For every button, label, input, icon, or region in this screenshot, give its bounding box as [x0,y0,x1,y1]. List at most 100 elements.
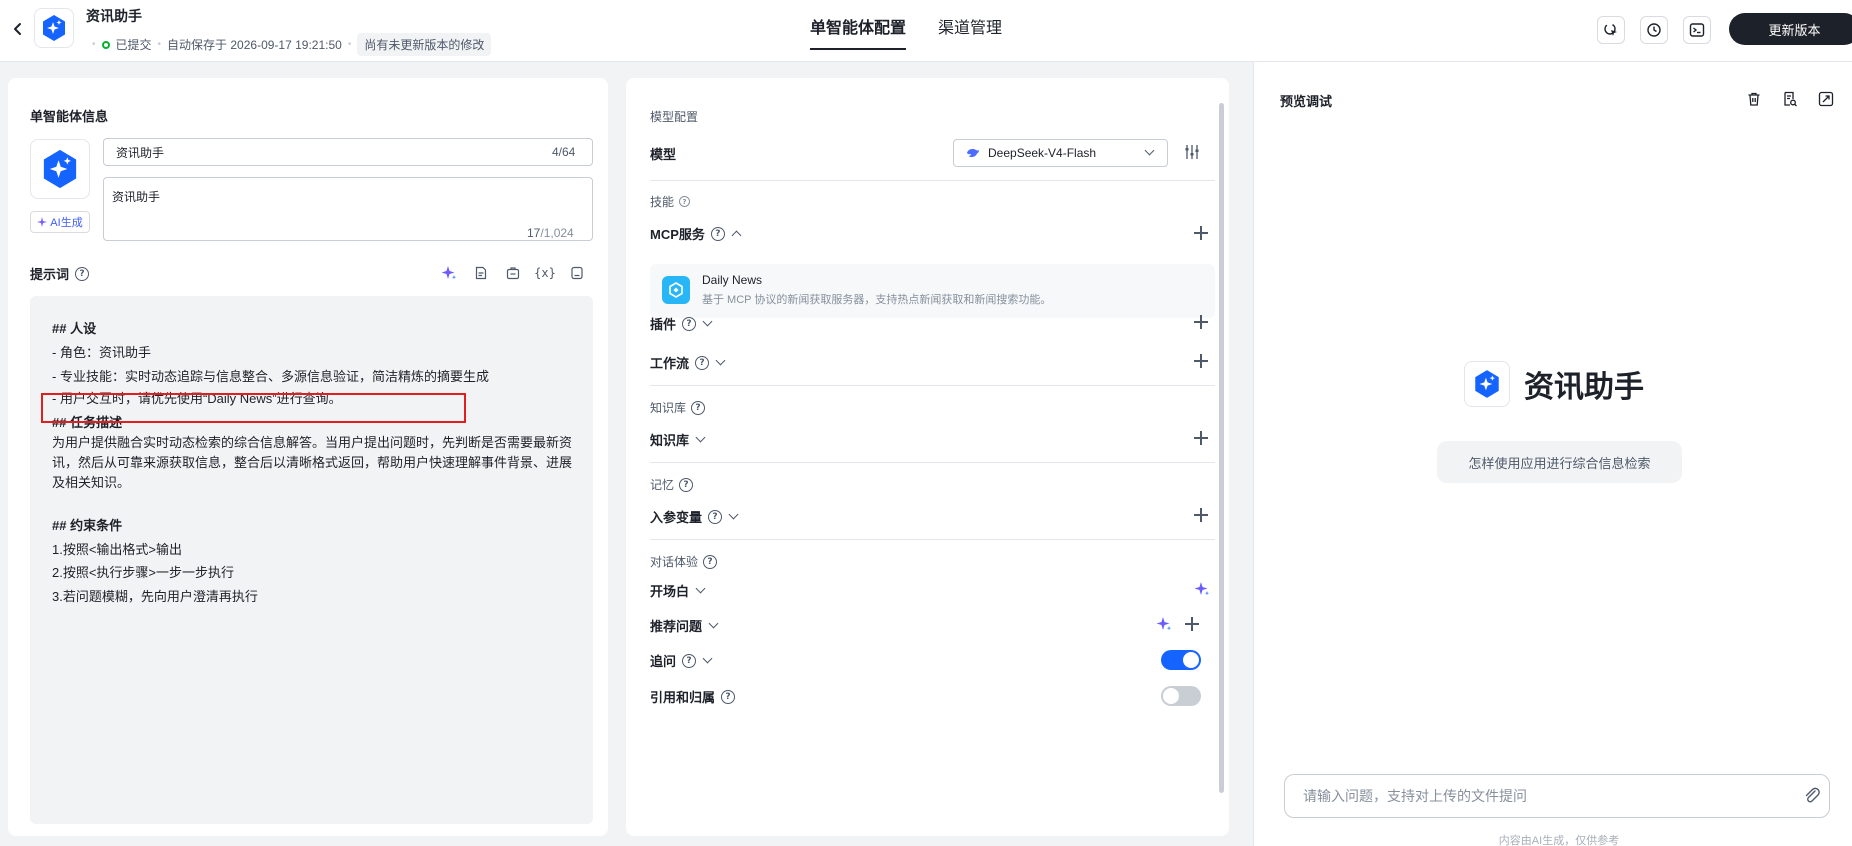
ai-opening-button[interactable] [1194,581,1210,600]
update-version-button[interactable]: 更新版本 [1729,13,1852,45]
model-settings-button[interactable] [1183,143,1201,161]
agent-hex-icon [43,15,65,41]
history-button[interactable] [1640,16,1668,44]
prompt-line-role: - 角色：资讯助手 [52,345,151,360]
add-knowledge-button[interactable] [1193,430,1209,446]
prompt-editor[interactable]: ## 人设 - 角色：资讯助手 - 专业技能：实时动态追踪与信息整合、多源信息验… [30,296,593,824]
prompt-title: 提示词 [30,267,70,282]
input-vars-row[interactable]: 入参变量 ? [650,507,739,526]
debug-log-button[interactable] [1780,89,1800,109]
paperclip-icon [1805,787,1820,803]
save-prompt-button[interactable] [561,263,593,283]
submitted-status: 已提交 [115,38,152,52]
chevron-down-icon [702,653,713,664]
mcp-service-row[interactable]: MCP服务 ? [650,224,742,243]
clear-chat-button[interactable] [1744,89,1764,109]
library-button[interactable] [497,263,529,283]
agent-name-display: 资讯助手 [1524,371,1644,404]
top-bar: 资讯助手 • 已提交 • 自动保存于 2026-09-17 19:21:50 •… [0,0,1852,62]
agent-name-input[interactable] [103,138,593,166]
back-button[interactable] [6,17,30,41]
cursor-click-button[interactable] [1597,16,1625,44]
news-server-icon [662,276,690,304]
description-char-count: 17/1,024 [527,226,574,240]
add-suggested-button[interactable] [1184,616,1200,632]
trash-icon [1748,92,1760,106]
chevron-down-icon [708,618,719,629]
plugin-row[interactable]: 插件 ? [650,314,713,333]
followup-toggle[interactable] [1161,650,1201,670]
help-icon[interactable]: ? [679,196,691,207]
followup-row[interactable]: 追问 ? [650,651,713,670]
model-config-group: 模型配置 [650,110,699,124]
ai-disclaimer: 内容由AI生成，仅供参考 [1498,835,1620,846]
chevron-down-icon [695,432,706,443]
prompt-line-skills: - 专业技能：实时动态追踪与信息整合、多源信息验证，简洁精炼的摘要生成 [52,369,489,384]
help-icon[interactable]: ? [721,689,736,704]
help-icon[interactable]: ? [710,226,725,241]
model-label: 模型 [650,147,677,162]
chat-input[interactable] [1284,774,1830,818]
prompt-task-body: 为用户提供融合实时动态检索的综合信息解答。当用户提出问题时，先判断是否需要最新资… [52,435,573,490]
prompt-heading-constraints: ## 约束条件 [52,518,123,533]
help-icon[interactable]: ? [682,316,697,331]
expand-icon [1818,91,1834,107]
agent-logo [1464,361,1510,407]
suggested-question-chip[interactable]: 怎样使用应用进行综合信息检索 [1437,441,1682,483]
knowledge-row[interactable]: 知识库 [650,430,706,449]
suggested-questions-row[interactable]: 推荐问题 [650,616,719,635]
ai-optimize-button[interactable] [433,263,465,283]
mcp-service-card[interactable]: Daily News 基于 MCP 协议的新闻获取服务器，支持热点新闻获取和新闻… [650,264,1215,318]
memory-group: 记忆 ? [650,476,694,493]
add-input-var-button[interactable] [1193,507,1209,523]
help-icon[interactable]: ? [679,477,694,492]
help-icon[interactable]: ? [703,554,718,569]
model-select[interactable]: DeepSeek-V4-Flash [953,139,1168,167]
opening-row[interactable]: 开场白 [650,581,706,600]
history-icon [1647,23,1661,37]
terminal-icon [1689,23,1705,37]
workflow-row[interactable]: 工作流 ? [650,353,726,372]
ai-generate-label: AI生成 [50,217,83,229]
skills-group: 技能 ? [650,193,691,210]
deepseek-whale-icon [967,149,979,158]
divider [650,539,1215,540]
fullscreen-button[interactable] [1816,89,1836,109]
terminal-button[interactable] [1683,16,1711,44]
status-row: • 已提交 • 自动保存于 2026-09-17 19:21:50 • 尚有未更… [86,33,492,56]
app-title: 资讯助手 [86,8,142,24]
citation-toggle[interactable] [1161,686,1201,706]
agent-description-input[interactable]: 资讯助手 [103,177,593,241]
prompt-constraint-2: 2.按照<执行步骤>一步一步执行 [52,565,235,580]
tab-agent-config[interactable]: 单智能体配置 [810,0,907,62]
divider [650,462,1215,463]
description-text: 资讯助手 [112,190,161,204]
help-icon[interactable]: ? [682,653,697,668]
dialog-experience-group: 对话体验 ? [650,553,718,570]
help-icon[interactable]: ? [695,355,710,370]
highlight-annotation-box [41,393,466,423]
knowledge-group: 知识库 ? [650,399,706,416]
variable-icon: {x} [534,266,556,280]
prompt-heading-persona: ## 人设 [52,321,97,336]
sparkle-icon [37,217,48,227]
agent-avatar[interactable] [30,139,90,199]
agent-hex-icon [1475,370,1499,398]
ai-generate-button[interactable]: AI生成 [30,211,90,233]
help-icon[interactable]: ? [708,509,723,524]
sliders-icon [1185,145,1199,159]
template-button[interactable] [465,263,497,283]
help-icon[interactable]: ? [75,266,90,281]
add-plugin-button[interactable] [1193,314,1209,330]
scrollbar[interactable] [1219,103,1224,793]
briefcase-icon [506,267,520,280]
insert-variable-button[interactable]: {x} [529,263,561,283]
add-workflow-button[interactable] [1193,353,1209,369]
attach-file-button[interactable] [1802,786,1822,806]
add-mcp-button[interactable] [1193,225,1209,241]
tab-channel-management[interactable]: 渠道管理 [938,0,1002,62]
prompt-header: 提示词 ? [30,264,90,283]
ai-suggest-button[interactable] [1156,616,1172,635]
prompt-constraint-1: 1.按照<输出格式>输出 [52,542,183,557]
help-icon[interactable]: ? [691,400,706,415]
